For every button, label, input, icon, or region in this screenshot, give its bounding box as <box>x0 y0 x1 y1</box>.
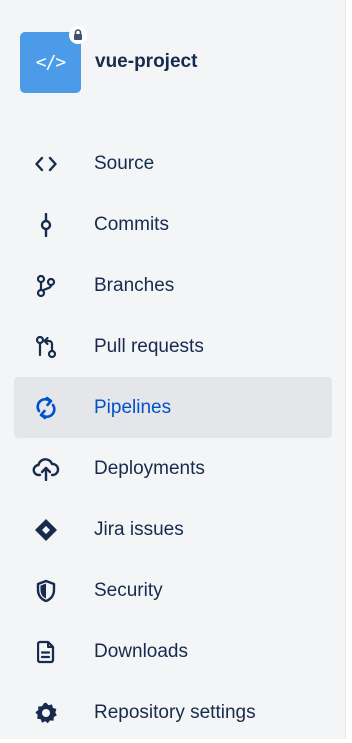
sidebar-item-commits[interactable]: Commits <box>0 194 346 255</box>
cloud-upload-icon <box>28 455 64 483</box>
sidebar: </> vue-project Source Commits Branches … <box>0 0 346 739</box>
sidebar-item-label: Repository settings <box>94 701 256 723</box>
sidebar-item-downloads[interactable]: Downloads <box>0 621 346 682</box>
branch-icon <box>28 272 64 300</box>
sidebar-item-jira-issues[interactable]: Jira issues <box>0 499 346 560</box>
sidebar-nav: Source Commits Branches Pull requests Pi… <box>0 133 346 743</box>
sidebar-item-label: Source <box>94 152 155 174</box>
sidebar-item-deployments[interactable]: Deployments <box>0 438 346 499</box>
gear-icon <box>28 699 64 727</box>
project-name[interactable]: vue-project <box>95 51 197 73</box>
sidebar-item-label: Pipelines <box>94 396 172 418</box>
sidebar-item-security[interactable]: Security <box>0 560 346 621</box>
sidebar-item-label: Downloads <box>94 640 188 662</box>
lock-icon <box>69 25 87 44</box>
sidebar-item-repository-settings[interactable]: Repository settings <box>0 682 346 743</box>
sidebar-item-label: Branches <box>94 274 175 296</box>
sidebar-item-label: Deployments <box>94 457 205 479</box>
pull-request-icon <box>28 333 64 361</box>
project-header[interactable]: </> vue-project <box>20 25 320 94</box>
sidebar-item-source[interactable]: Source <box>0 133 346 194</box>
sidebar-item-pipelines[interactable]: Pipelines <box>0 377 346 438</box>
project-avatar[interactable]: </> <box>20 25 87 93</box>
code-brackets-icon: </> <box>35 51 66 73</box>
jira-icon <box>28 516 64 544</box>
sidebar-item-branches[interactable]: Branches <box>0 255 346 316</box>
pipelines-icon <box>28 394 64 422</box>
sidebar-item-label: Commits <box>94 213 169 235</box>
sidebar-item-pull-requests[interactable]: Pull requests <box>0 316 346 377</box>
sidebar-item-label: Jira issues <box>94 518 184 540</box>
sidebar-item-label: Security <box>94 579 163 601</box>
shield-icon <box>28 577 64 605</box>
source-icon <box>28 150 64 178</box>
sidebar-item-label: Pull requests <box>94 335 204 357</box>
document-icon <box>28 638 64 666</box>
commit-icon <box>28 211 64 239</box>
